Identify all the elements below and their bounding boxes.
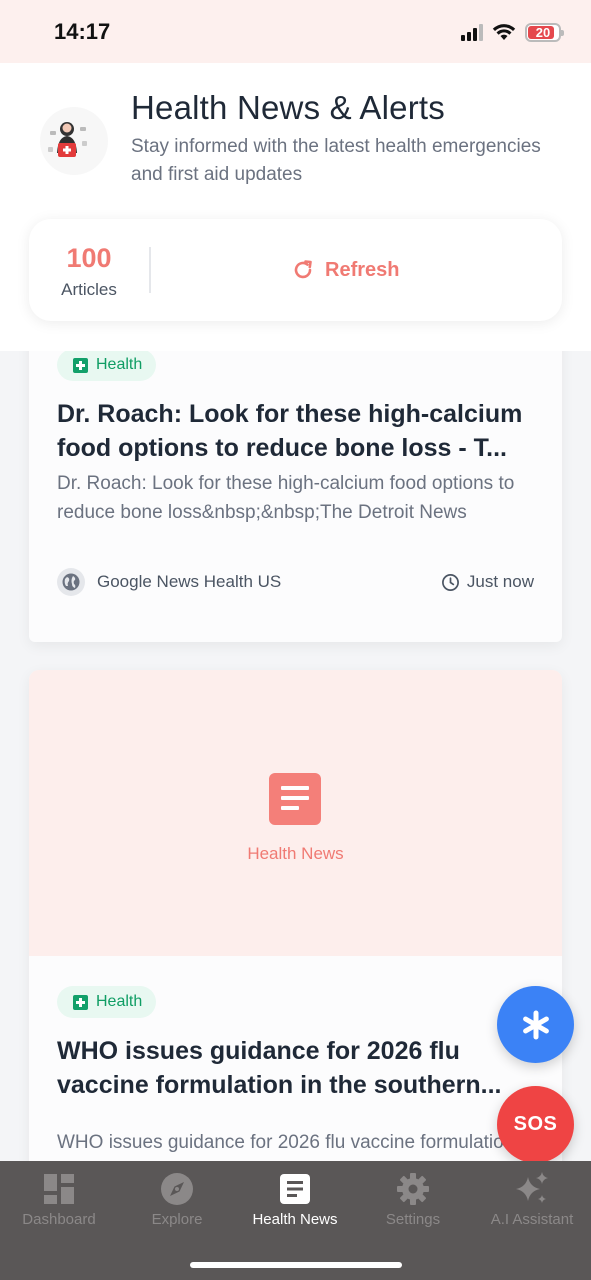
news-icon [269, 773, 321, 825]
article-card[interactable]: Health News Health WHO issues guidance f… [29, 670, 562, 1161]
stats-card: 100 Articles Refresh [29, 219, 562, 321]
sparkle-icon [516, 1172, 548, 1203]
article-count-label: Articles [61, 280, 117, 299]
article-summary: WHO issues guidance for 2026 flu vaccine… [57, 1132, 515, 1161]
globe-icon [57, 568, 85, 596]
article-title-line: vaccine formulation in the southern... [57, 1071, 502, 1099]
sos-button[interactable]: SOS [497, 1086, 574, 1163]
category-tag: Health [57, 351, 157, 381]
gear-icon [397, 1173, 429, 1205]
nav-label: Explore [151, 1211, 203, 1228]
news-icon [280, 1174, 310, 1204]
refresh-label: Refresh [325, 258, 400, 281]
category-tag-label: Health [96, 993, 143, 1010]
article-card[interactable]: Health Dr. Roach: Look for these high-ca… [29, 351, 562, 642]
quick-assist-button[interactable] [497, 986, 574, 1063]
plus-icon [73, 994, 88, 1010]
home-indicator[interactable] [190, 1262, 402, 1268]
wifi-icon [492, 23, 516, 41]
article-time-label: Just now [466, 572, 534, 591]
category-tag: Health [57, 986, 157, 1018]
article-summary: Dr. Roach: Look for these high-calcium f… [57, 473, 515, 523]
nav-item-explore[interactable]: Explore [118, 1171, 236, 1233]
status-icons: 20 [461, 21, 564, 43]
page-title: Health News & Alerts [131, 89, 445, 126]
nav-label: Settings [385, 1211, 441, 1228]
divider [149, 247, 151, 293]
article-count: 100 [66, 243, 112, 273]
article-title-line: WHO issues guidance for 2026 flu [57, 1037, 460, 1065]
nav-label: Health News [252, 1211, 338, 1228]
status-time: 14:17 [54, 19, 111, 44]
article-title[interactable]: Dr. Roach: Look for these high-calcium f… [57, 397, 537, 465]
article-image-placeholder: Health News [29, 670, 562, 956]
clock-icon [441, 573, 459, 591]
article-source: Google News Health US [97, 572, 282, 591]
nav-label: Dashboard [22, 1211, 96, 1228]
battery-icon: 20 [525, 22, 564, 42]
asterisk-icon [522, 1010, 549, 1039]
sos-label: SOS [513, 1113, 558, 1135]
nav-item-settings[interactable]: Settings [354, 1171, 472, 1233]
nav-item-health-news[interactable]: Health News [236, 1171, 354, 1233]
nav-item-dashboard[interactable]: Dashboard [0, 1171, 118, 1233]
dashboard-icon [44, 1174, 74, 1204]
cellular-signal-icon [461, 23, 483, 41]
category-tag-label: Health [96, 356, 143, 373]
article-title-line: Dr. Roach: Look for these high-calcium [57, 400, 523, 428]
article-time: Just now [441, 572, 534, 592]
placeholder-label: Health News [247, 844, 344, 863]
article-title-line: food options to reduce bone loss - T... [57, 434, 507, 462]
status-bar: 14:17 20 [0, 0, 591, 63]
article-title[interactable]: WHO issues guidance for 2026 flu vaccine… [57, 1034, 537, 1102]
nav-label: A.I Assistant [490, 1211, 574, 1228]
nav-item-ai-assistant[interactable]: A.I Assistant [473, 1171, 591, 1233]
plus-icon [73, 357, 88, 373]
refresh-icon [294, 260, 312, 279]
page-subtitle: Stay informed with the latest health eme… [131, 136, 541, 185]
battery-level: 20 [535, 24, 551, 40]
article-meta: Google News Health US Just now [57, 567, 534, 597]
compass-icon [161, 1173, 193, 1205]
refresh-button[interactable]: Refresh [291, 253, 399, 287]
first-aid-kit-person-icon [40, 107, 108, 175]
